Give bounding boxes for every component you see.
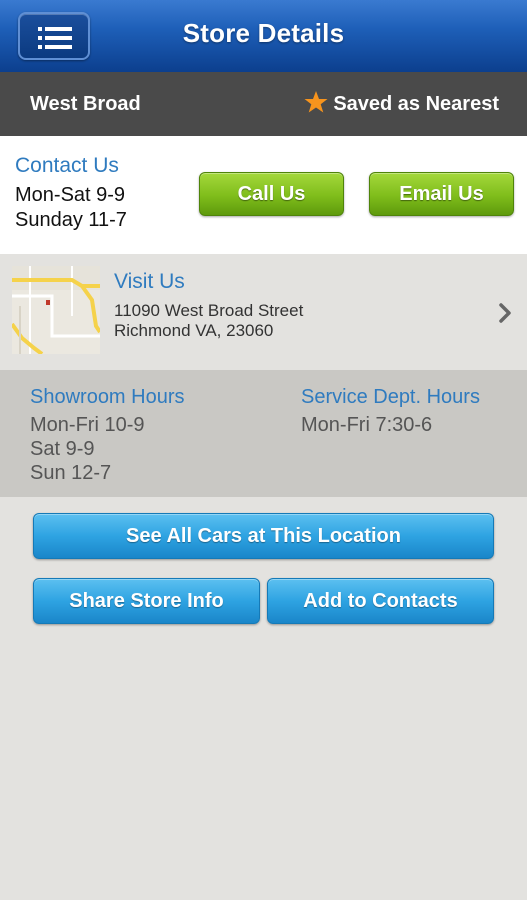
contact-section: Contact Us Mon-Sat 9-9 Sunday 11-7 Call …	[0, 136, 527, 254]
star-icon	[304, 91, 328, 113]
address-line: 11090 West Broad Street	[114, 301, 304, 320]
map-thumbnail[interactable]	[12, 266, 100, 354]
store-name: West Broad	[30, 93, 141, 115]
service-hours-title: Service Dept. Hours	[301, 386, 480, 408]
contact-hours-line: Sunday 11-7	[15, 209, 127, 231]
app-header: Store Details	[0, 0, 527, 73]
contact-hours-line: Mon-Sat 9-9	[15, 184, 126, 206]
visit-title: Visit Us	[114, 270, 185, 293]
page-title: Store Details	[182, 18, 345, 48]
call-us-button[interactable]: Call Us	[199, 172, 344, 216]
map-icon	[12, 266, 100, 354]
contact-title: Contact Us	[15, 154, 119, 177]
add-to-contacts-button[interactable]: Add to Contacts	[267, 578, 494, 624]
visit-section[interactable]: Visit Us 11090 West Broad Street Richmon…	[0, 254, 527, 370]
showroom-hours-line: Sun 12-7	[30, 462, 112, 484]
showroom-hours-line: Sat 9-9	[30, 438, 95, 460]
share-store-info-button[interactable]: Share Store Info	[33, 578, 260, 624]
store-bar: West Broad Saved as Nearest	[0, 72, 527, 136]
email-us-button[interactable]: Email Us	[369, 172, 514, 216]
service-hours-line: Mon-Fri 7:30-6	[301, 414, 433, 436]
chevron-right-icon[interactable]	[498, 302, 514, 324]
see-all-cars-button[interactable]: See All Cars at This Location	[33, 513, 494, 559]
saved-as-nearest-label: Saved as Nearest	[333, 93, 499, 115]
address-line: Richmond VA, 23060	[114, 321, 274, 340]
showroom-hours-line: Mon-Fri 10-9	[30, 414, 145, 436]
hours-section: Showroom Hours Mon-Fri 10-9 Sat 9-9 Sun …	[0, 370, 527, 497]
showroom-hours-title: Showroom Hours	[30, 386, 185, 408]
